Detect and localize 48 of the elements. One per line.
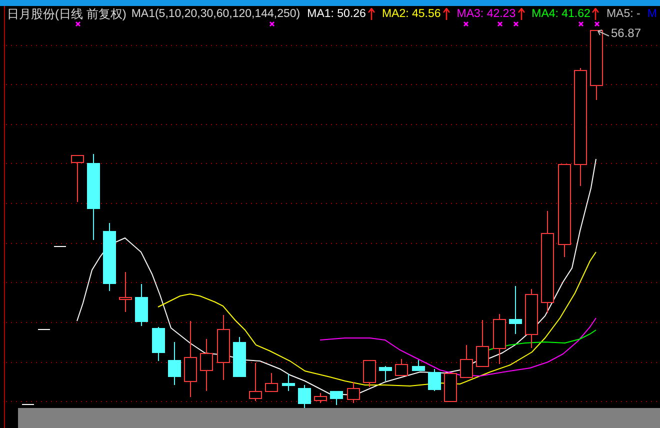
indicator-value: MA4: 41.62 [532, 7, 590, 21]
candlestick [590, 30, 603, 100]
candlestick [249, 362, 262, 402]
candlestick [476, 320, 489, 368]
candlestick [200, 338, 213, 392]
candlestick [103, 222, 116, 292]
price-dash [22, 404, 34, 405]
cross-marker-icon [594, 21, 600, 27]
candlestick [395, 358, 408, 376]
cross-marker-icon [269, 21, 275, 27]
candlestick [152, 326, 165, 362]
price-dash [54, 246, 66, 247]
candlestick [493, 314, 506, 364]
candlestick [428, 368, 441, 392]
candlestick [135, 284, 148, 326]
cross-marker-icon [75, 21, 81, 27]
arrow-icon [598, 30, 610, 36]
chart-title: 日月股份(日线 前复权) [7, 7, 126, 21]
candlestick [265, 372, 278, 392]
indicator-formula: MA1(5,10,20,30,60,120,144,250) [131, 7, 300, 21]
cross-marker-icon [513, 21, 519, 27]
candlestick [298, 384, 311, 408]
cross-marker-icon [497, 21, 503, 27]
price-label: 56.87 [611, 26, 642, 40]
candlestick [314, 392, 327, 404]
indicator-value: M [647, 7, 657, 21]
candlestick [363, 360, 376, 388]
candlestick [330, 390, 343, 406]
indicator-value: MA3: 42.23 [456, 7, 516, 21]
cross-marker-icon [463, 21, 469, 27]
candlestick [71, 154, 84, 202]
cross-marker-icon [578, 21, 584, 27]
candlestick [509, 286, 522, 334]
candlestick [168, 342, 181, 386]
candlestick [412, 360, 425, 372]
candlestick [217, 314, 230, 380]
indicator-value: MA2: 45.56 [382, 7, 441, 21]
candlestick [282, 374, 295, 392]
candlestick [233, 336, 246, 378]
indicator-value: MA5: - [606, 7, 640, 21]
candlestick [347, 382, 360, 404]
indicator-value: MA1: 50.26 [307, 7, 366, 21]
candlestick [525, 288, 538, 348]
candlestick [444, 372, 457, 402]
price-dash [38, 329, 50, 330]
candlestick [119, 272, 132, 312]
candlestick [379, 366, 392, 382]
candlestick [460, 344, 473, 378]
